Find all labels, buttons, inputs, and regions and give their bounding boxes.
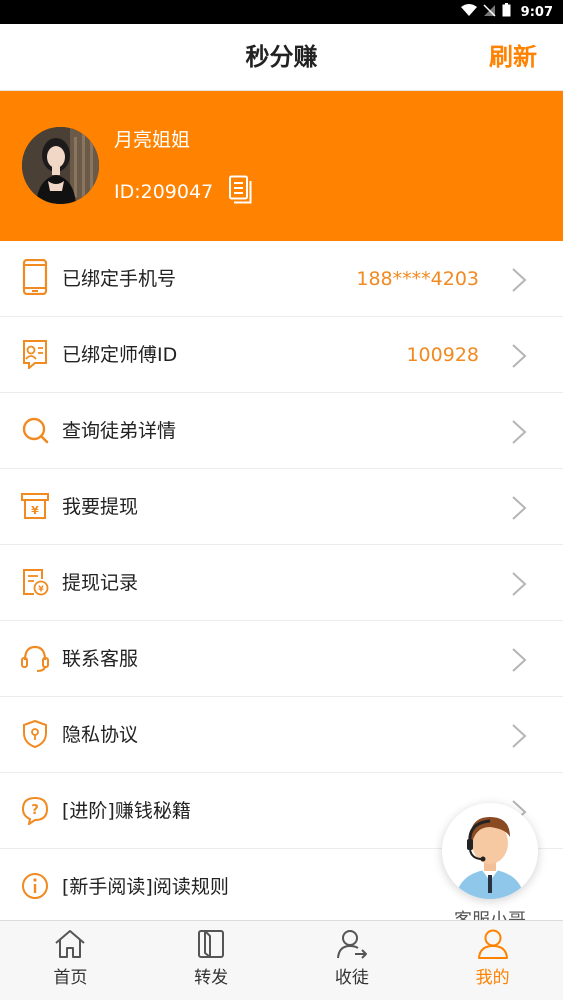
book-icon	[194, 927, 228, 961]
phone-icon	[20, 258, 50, 296]
page-title: 秒分赚	[245, 43, 318, 71]
user-icon	[476, 927, 510, 961]
svg-text:¥: ¥	[38, 585, 44, 594]
menu-item-label: [新手阅读]阅读规则	[62, 876, 229, 898]
menu-item-privacy[interactable]: 隐私协议	[0, 697, 563, 773]
tab-forward[interactable]: 转发	[141, 921, 282, 1000]
status-bar: 9:07	[0, 0, 563, 24]
chevron-right-icon	[511, 495, 527, 521]
chevron-right-icon	[511, 647, 527, 673]
svg-text:?: ?	[31, 803, 39, 818]
battery-icon	[502, 3, 511, 21]
user-add-icon	[335, 927, 369, 961]
tab-home[interactable]: 首页	[0, 921, 141, 1000]
question-bubble-icon: ?	[20, 795, 50, 827]
menu-item-label: 提现记录	[62, 572, 139, 594]
menu-item-value: 100928	[406, 344, 479, 366]
tab-mine[interactable]: 我的	[422, 921, 563, 1000]
menu-item-label: 已绑定手机号	[62, 268, 177, 290]
title-bar: 秒分赚 刷新	[0, 24, 563, 91]
user-id: ID:209047	[114, 181, 214, 203]
tab-label: 首页	[53, 968, 88, 988]
menu-item-apprentice-details[interactable]: 查询徒弟详情	[0, 393, 563, 469]
withdraw-record-icon: ¥	[20, 567, 50, 599]
wifi-icon	[460, 3, 477, 21]
customer-service-button[interactable]	[442, 803, 538, 899]
menu-item-label: 隐私协议	[62, 724, 139, 746]
copy-icon[interactable]	[227, 175, 253, 205]
home-icon	[53, 927, 87, 961]
avatar[interactable]	[22, 127, 99, 204]
user-name: 月亮姐姐	[114, 129, 191, 151]
menu-item-label: 查询徒弟详情	[62, 420, 177, 442]
chevron-right-icon	[511, 267, 527, 293]
search-icon	[20, 415, 50, 447]
chevron-right-icon	[511, 343, 527, 369]
menu-item-master-id[interactable]: 已绑定师傅ID 100928	[0, 317, 563, 393]
menu-item-phone[interactable]: 已绑定手机号 188****4203	[0, 241, 563, 317]
tab-label: 收徒	[334, 968, 369, 988]
service-agent-icon	[442, 803, 538, 899]
bottom-tab-bar: 首页 转发 收徒 我的	[0, 920, 563, 1000]
refresh-button[interactable]: 刷新	[489, 24, 537, 91]
menu-item-contact-service[interactable]: 联系客服	[0, 621, 563, 697]
info-icon	[20, 871, 50, 903]
tab-recruit[interactable]: 收徒	[282, 921, 423, 1000]
withdraw-icon: ¥	[20, 491, 50, 523]
tab-label: 转发	[194, 968, 229, 988]
menu-item-label: 已绑定师傅ID	[62, 344, 178, 366]
shield-icon	[20, 719, 50, 751]
no-sim-icon	[483, 3, 496, 21]
menu-item-withdraw-record[interactable]: ¥ 提现记录	[0, 545, 563, 621]
profile-card: 月亮姐姐 ID:209047	[0, 91, 563, 241]
menu-item-label: 我要提现	[62, 496, 139, 518]
svg-text:¥: ¥	[31, 504, 39, 517]
menu-item-label: 联系客服	[62, 648, 139, 670]
chevron-right-icon	[511, 723, 527, 749]
menu-item-value: 188****4203	[356, 268, 479, 290]
master-id-icon	[20, 339, 50, 371]
headset-icon	[20, 643, 50, 675]
tab-label: 我的	[475, 968, 510, 988]
chevron-right-icon	[511, 419, 527, 445]
chevron-right-icon	[511, 571, 527, 597]
menu-item-withdraw[interactable]: ¥ 我要提现	[0, 469, 563, 545]
menu-item-label: [进阶]赚钱秘籍	[62, 800, 191, 822]
status-time: 9:07	[520, 4, 553, 20]
